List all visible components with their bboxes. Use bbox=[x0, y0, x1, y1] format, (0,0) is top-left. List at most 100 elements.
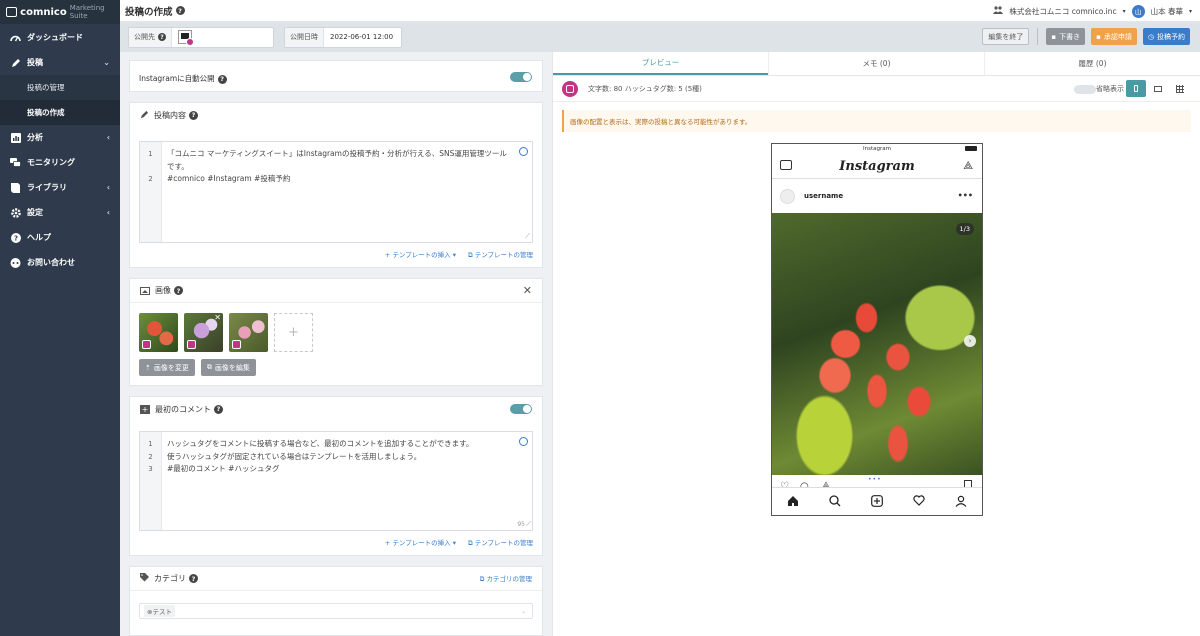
sidebar-sub-item-manage[interactable]: 投稿の管理 bbox=[0, 75, 120, 100]
emoji-icon[interactable] bbox=[519, 437, 528, 446]
top-right-area: 株式会社コムニコ comnico.inc ▾ 山 山本 春華 ▾ bbox=[993, 0, 1192, 22]
book-icon bbox=[10, 182, 21, 193]
line-number-spacer bbox=[140, 161, 161, 174]
battery-icon bbox=[965, 146, 977, 151]
template-insert-link[interactable]: + テンプレートの挿入 ▾ bbox=[385, 249, 456, 260]
company-selector[interactable]: 株式会社コムニコ comnico.inc bbox=[1009, 6, 1116, 17]
first-comment-toggle[interactable] bbox=[510, 404, 532, 414]
publish-date-field[interactable]: 公開日時 2022-06-01 12:00 bbox=[284, 26, 402, 48]
image-thumbnail[interactable]: ✕ bbox=[184, 313, 223, 352]
template-manage-link[interactable]: ⧉ テンプレートの管理 bbox=[468, 249, 533, 260]
destination-field[interactable]: 公開先? bbox=[128, 26, 274, 48]
image-thumbnail[interactable] bbox=[229, 313, 268, 352]
toolbar-divider bbox=[1037, 28, 1039, 45]
tab-history[interactable]: 履歴 (0) bbox=[984, 52, 1200, 75]
resize-handle-icon[interactable]: ⟋ bbox=[525, 232, 530, 241]
resize-handle-icon[interactable]: ⟋ bbox=[526, 520, 531, 529]
auto-publish-toggle[interactable] bbox=[510, 72, 532, 82]
gauge-icon bbox=[10, 32, 21, 43]
category-card: カテゴリ ? ⧉ カテゴリの管理 ⊗テスト ⌄ bbox=[129, 566, 543, 636]
view-mobile-button[interactable] bbox=[1126, 80, 1146, 97]
sidebar-item-library[interactable]: ライブラリ ‹ bbox=[0, 175, 120, 200]
phone-status-bar: Instagram bbox=[772, 144, 982, 154]
chevron-down-icon: ▾ bbox=[1188, 7, 1192, 15]
template-manage-link[interactable]: ⧉ テンプレートの管理 bbox=[468, 537, 533, 548]
category-manage-link[interactable]: ⧉ カテゴリの管理 bbox=[480, 573, 532, 584]
gear-icon bbox=[10, 207, 21, 218]
sidebar: comnico Marketing Suite ダッシュボード 投稿 ⌄ 投稿の… bbox=[0, 0, 120, 636]
user-name[interactable]: 山本 春華 bbox=[1151, 6, 1183, 17]
tab-memo[interactable]: メモ (0) bbox=[768, 52, 984, 75]
comment-text[interactable]: ハッシュタグをコメントに投稿する場合など、最初のコメントを追加することができます… bbox=[162, 432, 532, 530]
emoji-icon[interactable] bbox=[519, 147, 528, 156]
line-number: 3 bbox=[148, 465, 153, 473]
content-editor[interactable]: 1 2 「コムニコ マーケティングスイート」はInstagramの投稿予約・分析… bbox=[139, 141, 533, 243]
category-tag[interactable]: ⊗テスト bbox=[144, 605, 175, 617]
view-desktop-button[interactable] bbox=[1148, 80, 1168, 97]
template-manage-label: テンプレートの管理 bbox=[474, 251, 533, 259]
approval-button[interactable]: ▪ 承認申請 bbox=[1091, 28, 1137, 45]
preview-warning: 画像の配置と表示は、実際の投稿と異なる可能性があります。 bbox=[562, 110, 1191, 132]
category-select[interactable]: ⊗テスト ⌄ bbox=[139, 603, 533, 619]
draft-button[interactable]: ▪ 下書き bbox=[1046, 28, 1086, 45]
destination-label-text: 公開先 bbox=[134, 33, 155, 41]
avatar[interactable]: 山 bbox=[1131, 4, 1145, 18]
instagram-badge-icon bbox=[187, 340, 196, 349]
sidebar-item-settings[interactable]: 設定 ‹ bbox=[0, 200, 120, 225]
sidebar-sub-item-create[interactable]: 投稿の作成 bbox=[0, 100, 120, 125]
schedule-button[interactable]: ◷ 投稿予約 bbox=[1142, 28, 1190, 45]
sidebar-item-dashboard[interactable]: ダッシュボード bbox=[0, 25, 120, 50]
brand-suite: Marketing Suite bbox=[69, 4, 105, 20]
help-icon[interactable]: ? bbox=[217, 74, 227, 84]
content-text[interactable]: 「コムニコ マーケティングスイート」はInstagramの投稿予約・分析が行える… bbox=[162, 142, 532, 242]
image-thumbnail[interactable] bbox=[139, 313, 178, 352]
template-insert-link[interactable]: + テンプレートの挿入 ▾ bbox=[385, 537, 456, 548]
sidebar-item-label: モニタリング bbox=[27, 158, 75, 167]
end-edit-button[interactable]: 編集を終了 bbox=[982, 28, 1030, 45]
close-icon[interactable]: ✕ bbox=[523, 284, 532, 297]
save-icon: ▪ bbox=[1051, 32, 1057, 41]
comment-editor[interactable]: 1 2 3 ハッシュタグをコメントに投稿する場合など、最初のコメントを追加するこ… bbox=[139, 431, 533, 531]
people-icon bbox=[993, 6, 1004, 16]
sidebar-item-monitoring[interactable]: モニタリング bbox=[0, 150, 120, 175]
approval-icon: ▪ bbox=[1096, 32, 1101, 41]
account-avatar[interactable] bbox=[178, 30, 194, 46]
sidebar-item-post[interactable]: 投稿 ⌄ bbox=[0, 50, 120, 75]
comment-template-links: + テンプレートの挿入 ▾ ⧉ テンプレートの管理 bbox=[130, 531, 542, 548]
change-image-label: 画像を変更 bbox=[153, 363, 189, 372]
edit-image-button[interactable]: ⧉ 画像を編集 bbox=[200, 359, 256, 376]
line-numbers: 1 2 bbox=[140, 142, 162, 242]
help-icon[interactable]: ? bbox=[174, 286, 183, 295]
preview-panel: プレビュー メモ (0) 履歴 (0) 文字数: 80 ハッシュタグ数: 5 (… bbox=[552, 52, 1200, 636]
content-template-links: + テンプレートの挿入 ▾ ⧉ テンプレートの管理 bbox=[130, 243, 542, 260]
help-icon[interactable]: ? bbox=[189, 574, 198, 583]
image-counter-badge: 1/3 bbox=[955, 223, 974, 235]
edit-image-label: 画像を編集 bbox=[214, 363, 250, 372]
upload-icon: ⇡ bbox=[145, 363, 151, 372]
help-icon[interactable]: ? bbox=[214, 404, 223, 414]
omit-display-toggle[interactable] bbox=[1074, 85, 1096, 94]
next-image-button[interactable]: › bbox=[964, 335, 976, 347]
pencil-icon bbox=[10, 57, 21, 68]
send-icon: ⟁ bbox=[963, 159, 973, 172]
sidebar-item-help[interactable]: ? ヘルプ bbox=[0, 225, 120, 250]
help-icon[interactable]: ? bbox=[189, 110, 198, 120]
sidebar-item-analytics[interactable]: 分析 ‹ bbox=[0, 125, 120, 150]
view-grid-button[interactable] bbox=[1170, 80, 1190, 97]
preview-warning-text: 画像の配置と表示は、実際の投稿と異なる可能性があります。 bbox=[570, 118, 752, 126]
sidebar-item-contact[interactable]: お問い合わせ bbox=[0, 250, 120, 275]
change-image-button[interactable]: ⇡ 画像を変更 bbox=[139, 359, 195, 376]
sidebar-item-label: ライブラリ bbox=[27, 183, 67, 192]
brand-logo[interactable]: comnico Marketing Suite bbox=[0, 0, 120, 24]
help-icon[interactable]: ? bbox=[175, 6, 185, 15]
help-icon[interactable]: ? bbox=[158, 33, 166, 41]
publish-date-value[interactable]: 2022-06-01 12:00 bbox=[324, 33, 393, 41]
add-image-button[interactable]: + bbox=[274, 313, 313, 352]
tab-preview[interactable]: プレビュー bbox=[553, 52, 768, 75]
more-icon: ••• bbox=[957, 191, 973, 200]
remove-image-icon[interactable]: ✕ bbox=[214, 313, 221, 322]
preview-tabs: プレビュー メモ (0) 履歴 (0) bbox=[553, 52, 1200, 76]
destination-label: 公開先? bbox=[129, 27, 172, 47]
carousel-dots: ••• bbox=[868, 476, 882, 483]
line-number: 1 bbox=[148, 150, 153, 158]
